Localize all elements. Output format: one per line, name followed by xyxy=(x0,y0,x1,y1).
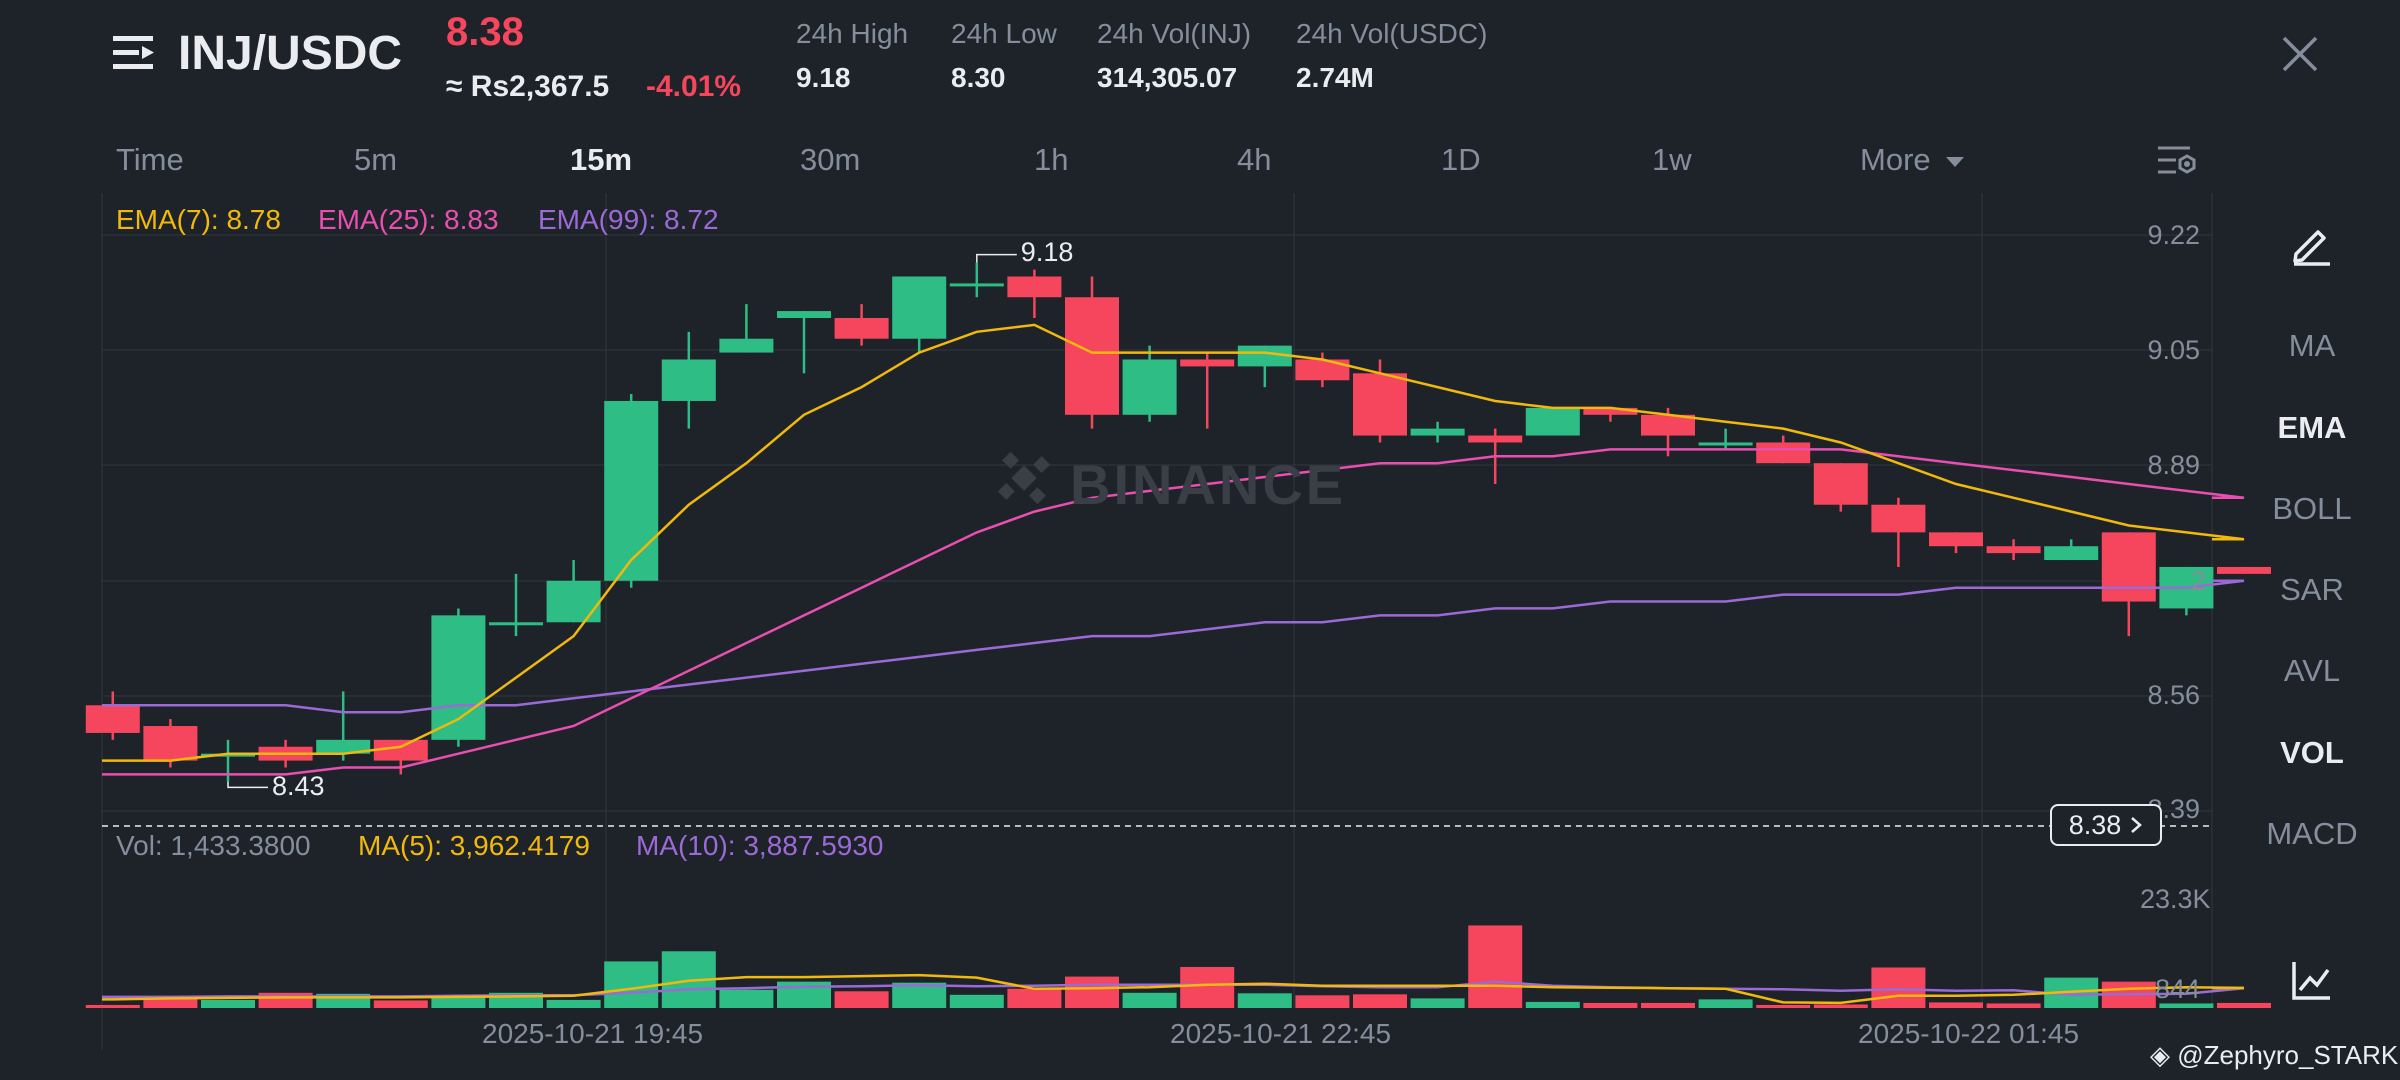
chevron-right-icon xyxy=(2131,817,2143,833)
vol-ma10-label: MA(10): 3,887.5930 xyxy=(636,830,884,861)
candle-body xyxy=(85,705,140,733)
volume-bar xyxy=(719,989,774,1008)
candle-body xyxy=(1295,359,1350,381)
candle-body xyxy=(1756,442,1811,464)
candle-body xyxy=(719,338,774,353)
volume-bar xyxy=(1871,967,1926,1008)
candle-body xyxy=(1525,407,1580,436)
kline-chart[interactable] xyxy=(0,0,2400,1080)
volume-bar xyxy=(1525,1001,1580,1008)
date-axis-label: 2025-10-21 19:45 xyxy=(482,1018,704,1049)
volume-axis-label: 23.3K xyxy=(2140,884,2211,914)
volume-bar xyxy=(1986,1003,2041,1008)
volume-bar xyxy=(1813,1004,1868,1008)
candle-body xyxy=(1698,442,1753,446)
ema99-line xyxy=(102,579,2245,714)
side-menu-sar[interactable]: SAR xyxy=(2262,572,2362,608)
side-menu-macd[interactable]: MACD xyxy=(2262,816,2362,852)
candle-body xyxy=(1007,276,1062,298)
candle-body xyxy=(1986,546,2041,554)
volume-bar xyxy=(834,991,889,1008)
candle-body xyxy=(143,726,198,761)
draw-tool-icon[interactable] xyxy=(2290,222,2334,266)
last-price-tag-value: 8.38 xyxy=(2068,809,2122,840)
candle-body xyxy=(834,317,889,339)
price-axis-label: 9.22 xyxy=(2147,220,2200,250)
volume-bar xyxy=(1122,992,1177,1008)
diamond-icon: ◈ xyxy=(2150,1040,2170,1070)
candle-body xyxy=(604,400,659,581)
ema7-label: EMA(7): 8.78 xyxy=(116,204,281,235)
chart-grid xyxy=(101,193,2213,1050)
date-axis-label: 2025-10-21 22:45 xyxy=(1170,1018,1392,1049)
volume-bar xyxy=(1065,976,1119,1008)
candle-body xyxy=(489,622,543,626)
volume-bar xyxy=(85,1004,140,1008)
candle-body xyxy=(431,615,486,740)
candle-body xyxy=(1929,532,1983,547)
side-menu-boll[interactable]: BOLL xyxy=(2262,491,2362,527)
price-axis-label-partial: 2 xyxy=(2190,566,2206,596)
price-axis-label: 9.05 xyxy=(2147,335,2200,365)
volume-bar xyxy=(1237,993,1292,1008)
watermark-text: BINANCE xyxy=(1070,453,1347,516)
candle-body xyxy=(2044,546,2099,561)
binance-watermark-logo xyxy=(997,451,1051,505)
candle-body xyxy=(1871,504,1926,533)
volume-bar xyxy=(1756,1004,1811,1008)
candle-body xyxy=(949,283,1004,287)
candle-body xyxy=(1410,428,1465,436)
volume-bar xyxy=(258,992,313,1008)
volume-bar xyxy=(1641,1002,1695,1008)
candlesticks xyxy=(85,262,2271,782)
low-marker-label: 8.43 xyxy=(272,771,325,802)
volume-bar xyxy=(604,961,659,1008)
candle-body xyxy=(1353,373,1407,436)
volume-bar xyxy=(1180,966,1235,1008)
volume-bar xyxy=(1410,998,1465,1008)
candle-body xyxy=(1180,359,1235,367)
price-axis-label: 8.89 xyxy=(2147,450,2200,480)
volume-bar xyxy=(1929,1002,1983,1008)
ema25-label: EMA(25): 8.83 xyxy=(318,204,499,235)
high-marker-leader xyxy=(976,253,1017,263)
volume-bar xyxy=(201,999,255,1008)
candle-body xyxy=(777,311,831,318)
side-menu-ema[interactable]: EMA xyxy=(2262,410,2362,446)
vol-label: Vol: 1,433.3800 xyxy=(116,830,311,861)
candle-body xyxy=(661,359,716,401)
volume-bar xyxy=(1583,1002,1638,1008)
candle-body xyxy=(892,276,947,339)
volume-bar xyxy=(949,994,1004,1008)
credit-handle: @Zephyro_STARK xyxy=(2177,1040,2399,1070)
side-menu-ma[interactable]: MA xyxy=(2262,328,2362,364)
low-marker-leader xyxy=(227,781,268,789)
vol-ma5-label: MA(5): 3,962.4179 xyxy=(358,830,590,861)
price-axis-label: 8.56 xyxy=(2147,680,2200,710)
candle-body xyxy=(1468,435,1523,443)
volume-bar xyxy=(1353,994,1407,1008)
volume-bar xyxy=(546,999,601,1008)
volume-bar xyxy=(2217,1002,2271,1008)
candle-body xyxy=(2101,532,2156,602)
candle-body xyxy=(1065,297,1119,415)
indicator-chart-icon[interactable] xyxy=(2290,958,2334,1002)
volume-bar xyxy=(1698,999,1753,1008)
candle-body xyxy=(1813,463,1868,505)
candle-body xyxy=(1122,359,1177,415)
volume-bar xyxy=(1007,988,1062,1008)
credit-text: ◈ @Zephyro_STARK xyxy=(2150,1040,2398,1071)
side-menu-avl[interactable]: AVL xyxy=(2262,653,2362,689)
volume-axis-label: 844 xyxy=(2154,974,2200,1004)
volume-bar xyxy=(1295,995,1350,1008)
volume-bar xyxy=(373,1000,428,1008)
date-axis-label: 2025-10-22 01:45 xyxy=(1858,1018,2080,1049)
last-price-tag[interactable]: 8.38 xyxy=(2050,804,2162,846)
ema99-label: EMA(99): 8.72 xyxy=(538,204,719,235)
high-marker-label: 9.18 xyxy=(1020,236,1074,267)
side-menu-vol[interactable]: VOL xyxy=(2262,735,2362,771)
candle-body xyxy=(546,580,601,623)
volume-bar xyxy=(1468,925,1523,1008)
